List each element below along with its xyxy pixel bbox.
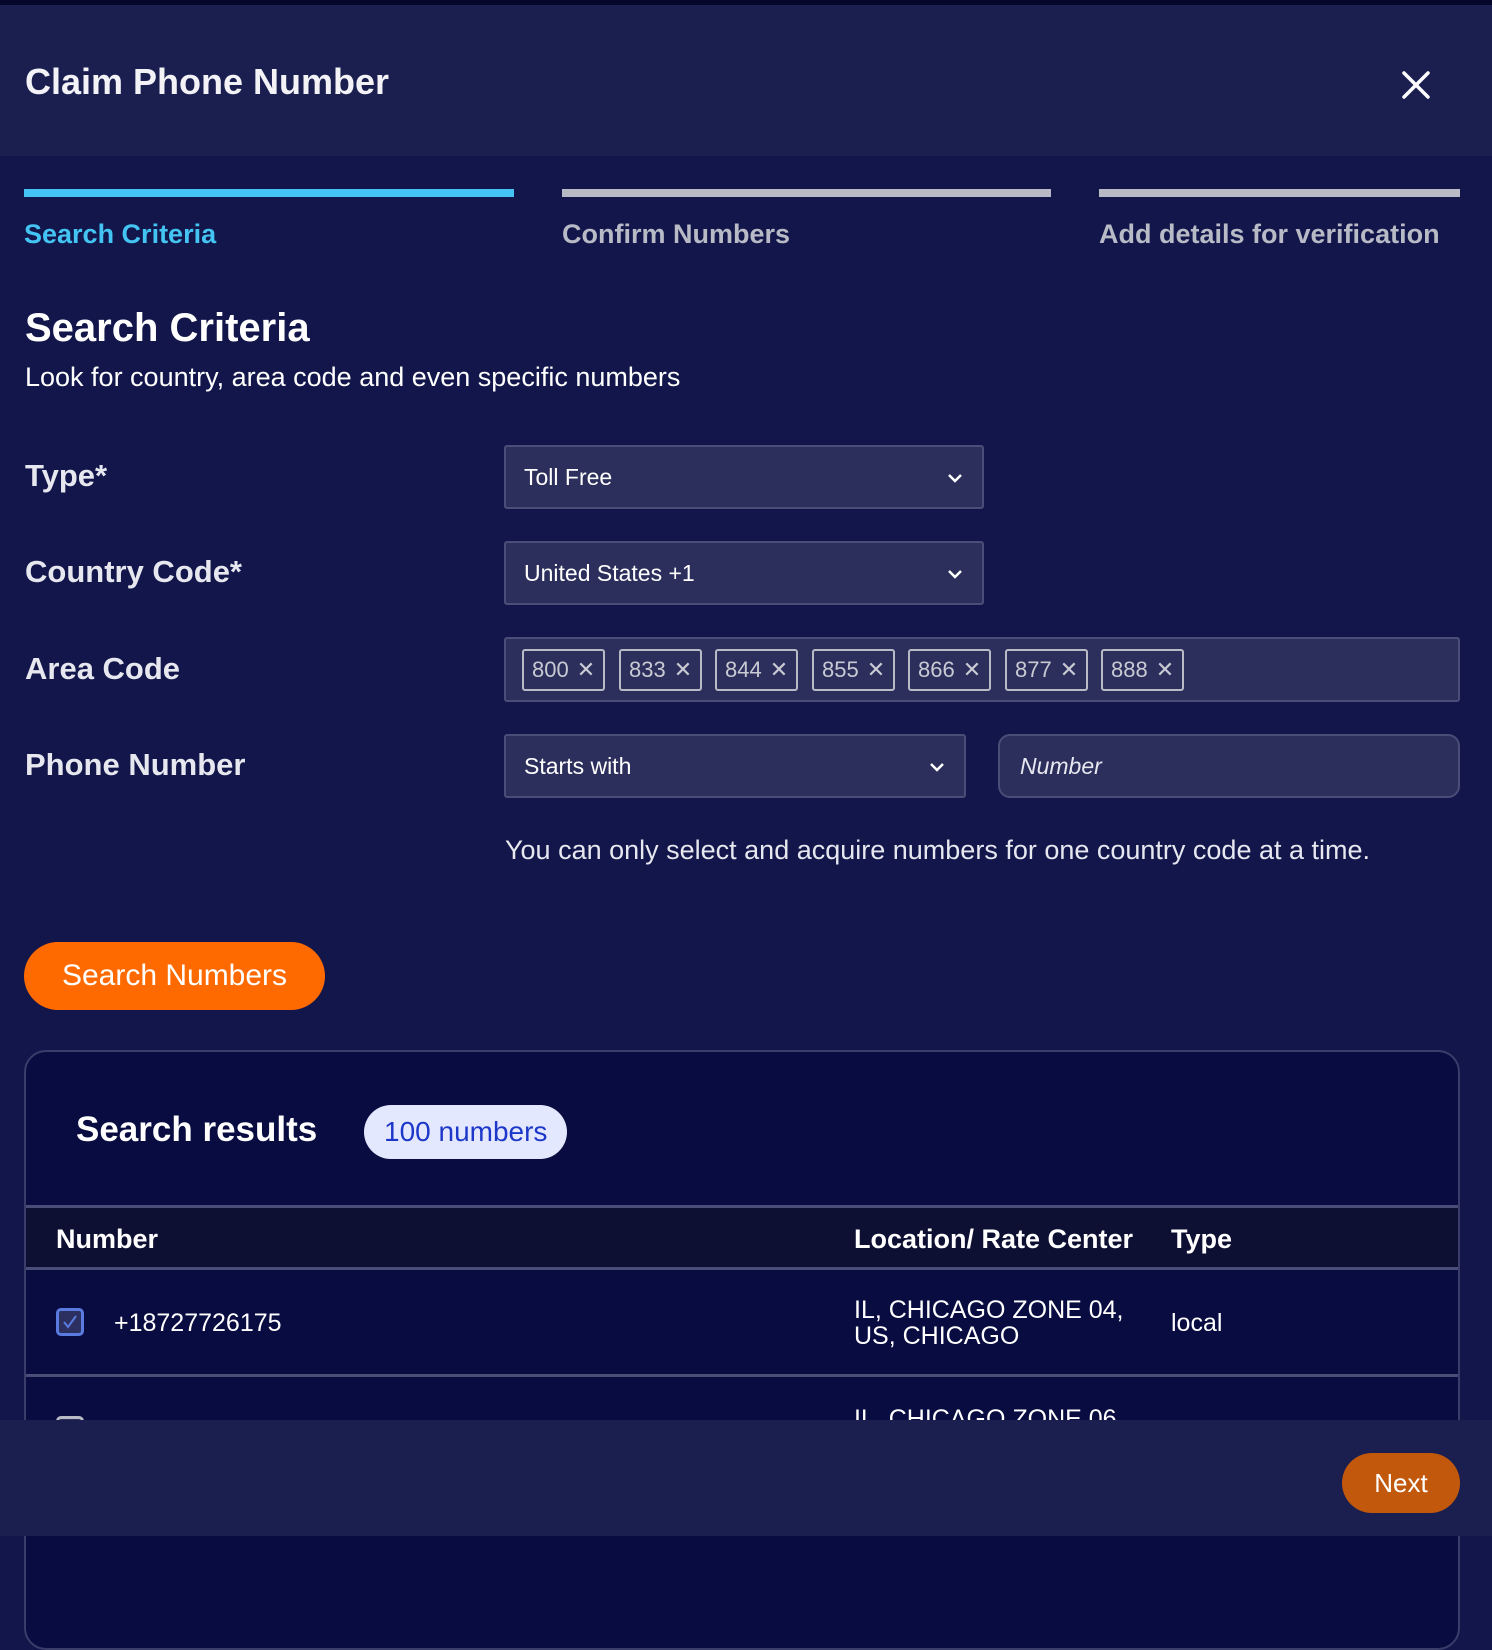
- match-value: Starts with: [524, 753, 632, 779]
- remove-tag-icon[interactable]: ✕: [867, 651, 885, 689]
- close-icon[interactable]: [1398, 67, 1434, 103]
- check-icon: [63, 1315, 77, 1329]
- area-code-input[interactable]: 800 ✕ 833 ✕ 844 ✕ 855 ✕ 866 ✕ 877 ✕ 888 ✕: [504, 637, 1460, 702]
- step-bar: [24, 189, 514, 197]
- table-row[interactable]: +18727726175 IL, CHICAGO ZONE 04, US, CH…: [26, 1270, 1458, 1377]
- column-type: Type: [1171, 1224, 1233, 1254]
- remove-tag-icon[interactable]: ✕: [963, 651, 981, 689]
- step-bar: [1099, 189, 1460, 197]
- chevron-down-icon: [948, 474, 962, 483]
- column-location: Location/ Rate Center: [854, 1224, 1134, 1254]
- section-subtitle: Look for country, area code and even spe…: [25, 362, 681, 392]
- area-code-label: Area Code: [25, 651, 181, 686]
- area-tag: 866 ✕: [908, 649, 992, 691]
- area-tag: 877 ✕: [1005, 649, 1089, 691]
- next-button[interactable]: Next: [1342, 1453, 1460, 1513]
- row-location: IL, CHICAGO ZONE 04, US, CHICAGO: [854, 1296, 1124, 1350]
- number-input[interactable]: [998, 734, 1460, 798]
- remove-tag-icon[interactable]: ✕: [1060, 651, 1078, 689]
- area-tag: 844 ✕: [715, 649, 799, 691]
- tag-label: 866: [918, 657, 955, 682]
- section-title: Search Criteria: [25, 306, 310, 350]
- dialog-footer: Next: [0, 1420, 1492, 1536]
- tag-label: 833: [629, 657, 666, 682]
- chevron-down-icon: [948, 570, 962, 579]
- type-label: Type*: [25, 458, 108, 493]
- step-confirm-numbers[interactable]: Confirm Numbers: [562, 189, 1051, 250]
- type-select[interactable]: Toll Free: [504, 445, 984, 509]
- type-value: Toll Free: [524, 464, 613, 490]
- country-value: United States +1: [524, 560, 695, 586]
- country-code-label: Country Code*: [25, 554, 242, 589]
- tag-label: 844: [725, 657, 762, 682]
- remove-tag-icon[interactable]: ✕: [770, 651, 788, 689]
- tag-label: 855: [822, 657, 859, 682]
- remove-tag-icon[interactable]: ✕: [1156, 651, 1174, 689]
- table-header: Number Location/ Rate Center Type: [26, 1205, 1458, 1270]
- search-results-card: Search results 100 numbers Number Locati…: [24, 1050, 1460, 1650]
- step-add-details[interactable]: Add details for verification: [1099, 189, 1460, 250]
- step-label: Confirm Numbers: [562, 219, 791, 249]
- remove-tag-icon[interactable]: ✕: [577, 651, 595, 689]
- chevron-down-icon: [930, 763, 944, 772]
- step-label: Add details for verification: [1099, 219, 1440, 249]
- column-number: Number: [56, 1224, 159, 1254]
- row-type: local: [1171, 1309, 1223, 1337]
- dialog-title: Claim Phone Number: [25, 61, 390, 102]
- area-tag: 888 ✕: [1101, 649, 1185, 691]
- phone-number-label: Phone Number: [25, 747, 246, 782]
- row-number: +18727726175: [114, 1309, 282, 1337]
- country-note: You can only select and acquire numbers …: [505, 835, 1371, 865]
- results-title: Search results: [76, 1110, 318, 1149]
- tag-label: 888: [1111, 657, 1148, 682]
- remove-tag-icon[interactable]: ✕: [674, 651, 692, 689]
- phone-match-select[interactable]: Starts with: [504, 734, 966, 798]
- row-checkbox[interactable]: [56, 1308, 84, 1336]
- step-label: Search Criteria: [24, 219, 217, 249]
- step-search-criteria[interactable]: Search Criteria: [24, 189, 514, 250]
- step-bar: [562, 189, 1051, 197]
- area-tag: 855 ✕: [812, 649, 896, 691]
- country-code-select[interactable]: United States +1: [504, 541, 984, 605]
- area-tag: 800 ✕: [522, 649, 606, 691]
- search-numbers-button[interactable]: Search Numbers: [24, 942, 325, 1010]
- results-count-badge: 100 numbers: [364, 1105, 568, 1159]
- tag-label: 800: [532, 657, 569, 682]
- dialog-header: Claim Phone Number: [0, 5, 1492, 156]
- tag-label: 877: [1015, 657, 1052, 682]
- area-tag: 833 ✕: [619, 649, 703, 691]
